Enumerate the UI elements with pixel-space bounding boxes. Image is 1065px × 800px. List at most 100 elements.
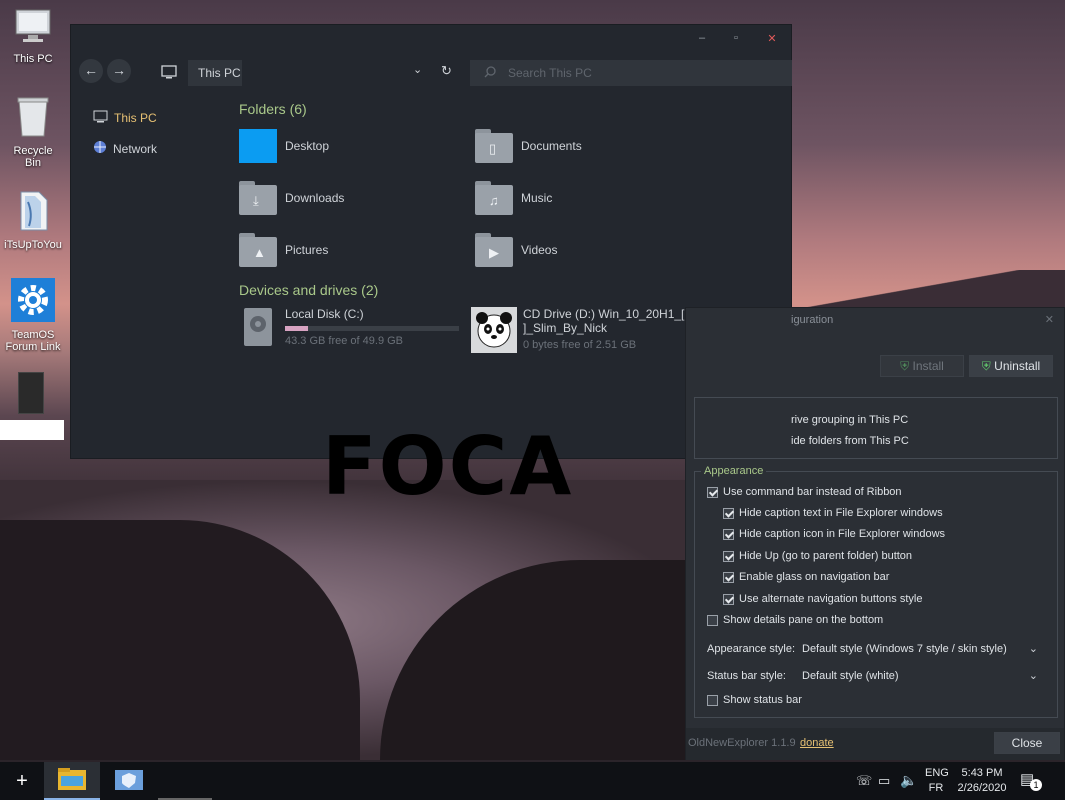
title-bar[interactable]: – ▫ ✕ — [71, 25, 791, 55]
refresh-icon[interactable]: ↻ — [441, 63, 452, 79]
close-config-button[interactable]: Close — [994, 732, 1060, 754]
documents-folder-icon: ▯ — [475, 129, 513, 163]
sidebar-item-network[interactable]: Network — [93, 140, 157, 157]
appearance-legend: Appearance — [701, 465, 767, 477]
desktop-folder-icon — [239, 129, 277, 163]
desktop-thumbnail[interactable] — [18, 372, 44, 414]
checkbox[interactable] — [723, 571, 734, 583]
checkbox-hide-caption-text[interactable]: Hide caption text in File Explorer windo… — [723, 507, 943, 519]
checkbox-details-pane-bottom[interactable]: Show details pane on the bottom — [707, 614, 883, 626]
search-input[interactable]: Search This PC — [470, 60, 792, 86]
folder-pictures[interactable]: ▲ Pictures — [239, 233, 328, 267]
plus-icon: + — [16, 769, 28, 792]
minimize-button[interactable]: – — [693, 32, 711, 44]
checkbox-hide-up-button[interactable]: Hide Up (go to parent folder) button — [723, 550, 912, 562]
install-button[interactable]: ⛨ Install — [880, 355, 964, 377]
sidebar-item-label: Network — [113, 141, 158, 156]
drive-free-space: 43.3 GB free of 49.9 GB — [285, 335, 404, 347]
folder-videos[interactable]: ▶ Videos — [475, 233, 557, 267]
desktop-icon-this-pc[interactable]: This PC — [4, 6, 62, 65]
language-bottom: FR — [928, 782, 944, 794]
appearance-style-label: Appearance style: — [707, 643, 796, 655]
desktop-icon-label: iTsUpToYou — [4, 239, 62, 251]
address-bar[interactable]: This PC — [188, 60, 242, 86]
monitor-icon — [93, 110, 108, 126]
folder-label: Pictures — [285, 243, 329, 257]
desktop-icon-teamos[interactable]: TeamOS Forum Link — [4, 278, 62, 353]
folder-downloads[interactable]: ⤓ Downloads — [239, 181, 344, 215]
drive-local-disk[interactable]: Local Disk (C:) 43.3 GB free of 49.9 GB — [243, 307, 459, 350]
start-button[interactable]: + — [0, 762, 44, 800]
clock-date: 2/26/2020 — [957, 782, 1007, 794]
videos-folder-icon: ▶ — [475, 233, 513, 267]
folder-label: Videos — [521, 243, 558, 257]
maximize-button[interactable]: ▫ — [727, 32, 745, 44]
forward-button[interactable]: → — [107, 59, 131, 83]
search-icon — [484, 60, 496, 95]
address-dropdown-chevron-icon[interactable]: ⌄ — [413, 63, 422, 76]
close-button[interactable]: ✕ — [763, 32, 781, 45]
clock[interactable]: 5:43 PM 2/26/2020 — [954, 767, 1010, 794]
folder-documents[interactable]: ▯ Documents — [475, 129, 582, 163]
donate-link[interactable]: donate — [800, 737, 834, 749]
hard-drive-icon — [243, 307, 273, 350]
checkbox-use-command-bar[interactable]: Use command bar instead of Ribbon — [707, 486, 902, 498]
uninstall-button[interactable]: ⛨ Uninstall — [969, 355, 1053, 377]
overlay-watermark-text: FOCA — [322, 420, 574, 513]
back-button[interactable]: ← — [79, 59, 103, 83]
desktop-white-strip — [0, 420, 64, 440]
shield-icon: ⛨ — [981, 359, 991, 373]
checkbox[interactable] — [707, 486, 718, 498]
desktop-icon-label: Recycle Bin — [13, 145, 53, 169]
language-indicator[interactable]: ENG FR — [925, 767, 949, 794]
notification-count-badge: 1 — [1030, 779, 1042, 791]
checkbox[interactable] — [723, 550, 734, 562]
window-title: iguration — [791, 314, 834, 326]
button-label: Install — [912, 359, 944, 373]
folder-music[interactable]: ♫ Music — [475, 181, 552, 215]
shield-icon — [115, 768, 143, 795]
config-footer: OldNewExplorer 1.1.9 donate Close — [686, 728, 1064, 760]
volume-icon[interactable]: 🔈 — [900, 772, 917, 789]
desktop-icon-label: TeamOS Forum Link — [5, 329, 61, 353]
sidebar-item-label: This PC — [114, 111, 157, 125]
taskbar-file-explorer[interactable] — [44, 762, 100, 800]
appearance-style-select[interactable]: Default style (Windows 7 style / skin st… — [798, 639, 1044, 659]
checkbox-hide-caption-icon[interactable]: Hide caption icon in File Explorer windo… — [723, 528, 945, 540]
language-top: ENG — [925, 767, 949, 779]
checkbox-enable-glass[interactable]: Enable glass on navigation bar — [723, 571, 889, 583]
panda-disc-icon — [471, 307, 517, 356]
folders-group-title: Folders (6) — [239, 101, 307, 117]
checkbox[interactable] — [723, 507, 734, 519]
checkbox[interactable] — [707, 694, 718, 706]
folder-label: Documents — [521, 139, 582, 153]
gear-icon — [4, 278, 62, 325]
drive-usage-bar — [285, 326, 459, 331]
drives-group-title: Devices and drives (2) — [239, 282, 379, 298]
checkbox-show-status-bar[interactable]: Show status bar — [707, 694, 802, 706]
close-icon[interactable]: ✕ — [1045, 313, 1054, 326]
desktop-icon-itsuptoyou[interactable]: iTsUpToYou — [4, 190, 62, 251]
network-icon[interactable]: ▭ — [878, 773, 890, 789]
folder-desktop[interactable]: Desktop — [239, 129, 329, 163]
taskbar-oldnewexplorer[interactable] — [100, 762, 158, 800]
drive-cd[interactable]: CD Drive (D:) Win_10_20H1_[ Mpb ]_Slim_B… — [471, 307, 711, 356]
checkbox[interactable] — [723, 593, 734, 605]
monitor-icon — [161, 64, 177, 83]
desktop-icon-label: This PC — [13, 53, 53, 65]
desktop-icon-recycle-bin[interactable]: Recycle Bin — [4, 96, 62, 169]
checkbox[interactable] — [723, 528, 734, 540]
folder-label: Music — [521, 191, 553, 205]
shield-icon: ⛨ — [900, 359, 910, 373]
checkbox[interactable] — [707, 614, 718, 626]
version-text: OldNewExplorer 1.1.9 — [688, 737, 796, 749]
action-center-button[interactable]: ▤ 1 — [1020, 770, 1042, 791]
people-icon[interactable]: ☏ — [856, 773, 872, 789]
taskbar-item[interactable] — [158, 762, 212, 800]
checkbox-alternate-nav-buttons[interactable]: Use alternate navigation buttons style — [723, 593, 922, 605]
status-bar-style-select[interactable]: Default style (white) ⌄ — [798, 666, 1044, 686]
checkbox-label: Hide caption icon in File Explorer windo… — [739, 528, 946, 540]
chevron-down-icon: ⌄ — [1028, 643, 1038, 655]
sidebar-item-this-pc[interactable]: This PC — [93, 110, 157, 126]
file-explorer-window: – ▫ ✕ ← → This PC ⌄ ↻ Search This PC Thi… — [70, 24, 792, 459]
